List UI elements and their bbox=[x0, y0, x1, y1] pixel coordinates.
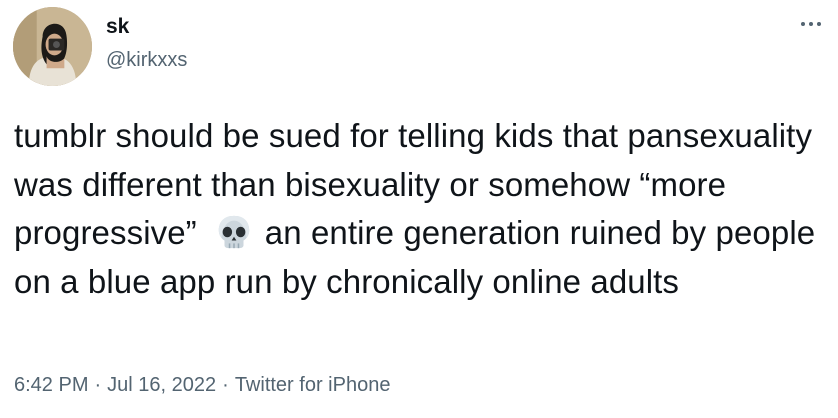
avatar[interactable] bbox=[13, 7, 92, 86]
tweet-source-link[interactable]: Twitter for iPhone bbox=[235, 374, 391, 396]
tweet-time-link[interactable]: 6:42 PM bbox=[14, 374, 88, 396]
more-horizontal-icon bbox=[801, 22, 805, 26]
tweet-date-link[interactable]: Jul 16, 2022 bbox=[107, 374, 216, 396]
tweet-metadata: 6:42 PM · Jul 16, 2022 · Twitter for iPhone bbox=[14, 372, 390, 398]
author-info: sk @kirkxxs bbox=[106, 14, 187, 72]
profile-photo-icon bbox=[13, 7, 92, 86]
separator: · bbox=[94, 374, 102, 396]
user-handle[interactable]: @kirkxxs bbox=[106, 48, 187, 72]
more-dot bbox=[817, 22, 821, 26]
more-options-button[interactable] bbox=[794, 14, 828, 34]
display-name[interactable]: sk bbox=[106, 14, 187, 40]
tweet-card: sk @kirkxxs tumblr should be sued for te… bbox=[0, 0, 838, 418]
skull-emoji-icon bbox=[215, 213, 253, 251]
more-dot bbox=[809, 22, 813, 26]
separator: · bbox=[222, 374, 229, 396]
tweet-text: tumblr should be sued for telling kids t… bbox=[14, 112, 824, 306]
